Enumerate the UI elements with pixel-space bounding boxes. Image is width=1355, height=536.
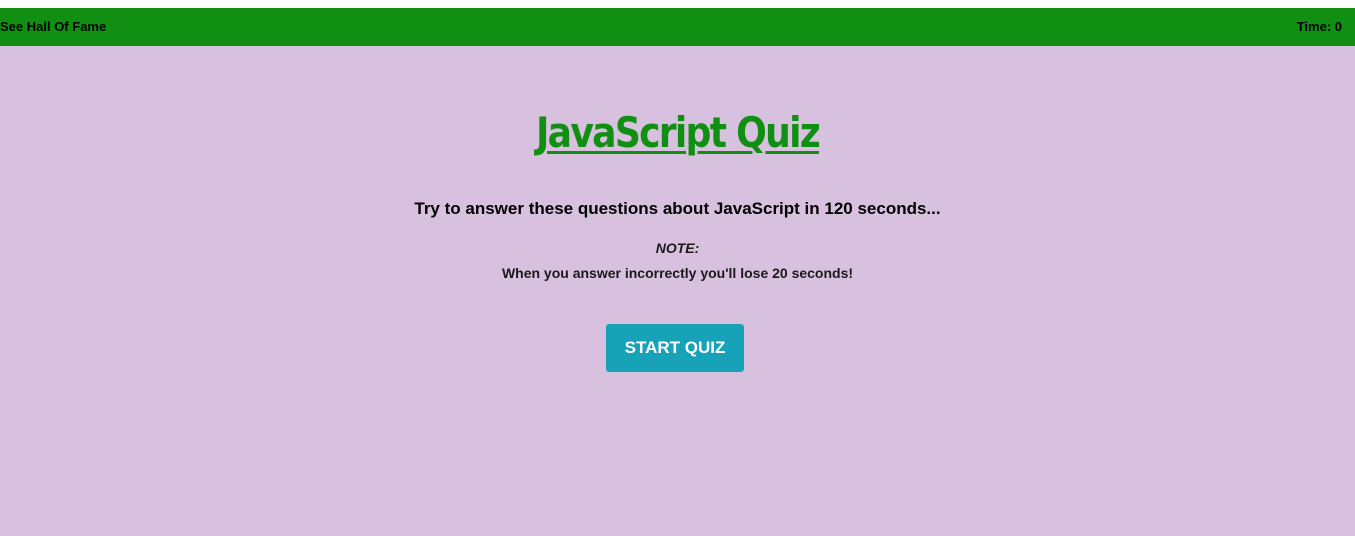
note-text: When you answer incorrectly you'll lose … [501, 265, 854, 281]
hall-of-fame-link[interactable]: See Hall Of Fame [0, 19, 106, 34]
page-title: JavaScript Quiz [535, 108, 821, 157]
note-label: NOTE: [655, 240, 700, 256]
timer-display: Time: 0 [1296, 19, 1342, 34]
top-bar: See Hall Of Fame Time: 0 [0, 8, 1355, 46]
quiz-page: See Hall Of Fame Time: 0 JavaScript Quiz… [0, 8, 1355, 536]
quiz-instructions: Try to answer these questions about Java… [414, 199, 941, 218]
start-quiz-button[interactable]: START QUIZ [606, 324, 744, 372]
